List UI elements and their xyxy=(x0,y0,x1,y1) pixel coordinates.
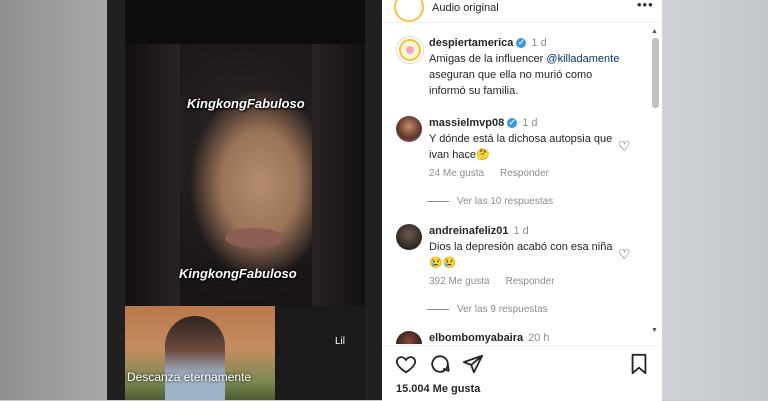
like-heart-icon[interactable]: ♡ xyxy=(618,246,631,263)
video-hair-right xyxy=(312,44,365,306)
comment-likes[interactable]: 392 Me gusta xyxy=(429,276,490,287)
comment-username[interactable]: elbombomyabaira xyxy=(429,332,523,344)
comment-time: 20 h xyxy=(528,332,550,344)
despierta-logo-icon xyxy=(399,39,421,61)
post-side-panel: Audio original ••• despiertamerica ✓ 1 d A… xyxy=(382,0,662,401)
media-top-bar xyxy=(125,0,365,44)
commenter-avatar[interactable] xyxy=(396,224,422,250)
caption-text: Amigas de la influencer @killadamente as… xyxy=(429,51,629,99)
post-media[interactable]: KingkongFabuloso KingkongFabuloso Descan… xyxy=(107,0,382,400)
likes-label: Me gusta xyxy=(432,383,481,395)
scrollbar-thumb[interactable] xyxy=(652,38,659,108)
caption-username-row: despiertamerica ✓ 1 d xyxy=(429,37,547,49)
comment-time: 1 d xyxy=(513,225,529,237)
mention-link[interactable]: @killadamente xyxy=(546,53,619,65)
comments-scrollbar[interactable]: ▲ ▼ xyxy=(648,24,662,344)
comment-item: elbombomyabaira 20 h xyxy=(382,331,648,344)
post-header: Audio original ••• xyxy=(382,0,662,23)
comment-text: Dios la depresión acabó con esa niña 😢😢 xyxy=(429,241,613,269)
like-heart-icon[interactable]: ♡ xyxy=(618,138,631,155)
share-icon[interactable] xyxy=(462,353,484,381)
comment-username-row: elbombomyabaira 20 h xyxy=(429,332,550,344)
inset-person xyxy=(165,316,225,400)
backdrop-right xyxy=(662,0,768,400)
comment-username[interactable]: andreinafeliz01 xyxy=(429,225,508,237)
comment-meta: 24 Me gusta Responder xyxy=(429,168,565,179)
inset-caption: Descanza eternamente xyxy=(127,370,252,384)
like-icon[interactable] xyxy=(395,353,417,381)
scroll-up-icon[interactable]: ▲ xyxy=(651,28,658,35)
comments-list: despiertamerica ✓ 1 d Amigas de la influen… xyxy=(382,24,648,344)
comment-username-row: massielmvp08 ✓ 1 d xyxy=(429,117,538,129)
commenter-avatar[interactable] xyxy=(396,116,422,142)
inset-thumbnail: Descanza eternamente xyxy=(125,306,275,400)
reply-button[interactable]: Responder xyxy=(500,168,549,179)
side-strip: Lil xyxy=(275,306,365,400)
view-replies-button[interactable]: Ver las 10 respuestas xyxy=(457,196,553,207)
caption-time: 1 d xyxy=(531,37,547,49)
comment-time: 1 d xyxy=(522,117,538,129)
audio-original-link[interactable]: Audio original xyxy=(432,2,499,14)
reply-button[interactable]: Responder xyxy=(506,276,555,287)
verified-icon: ✓ xyxy=(507,118,518,129)
account-avatar[interactable] xyxy=(394,0,424,22)
comment-username-row: andreinafeliz01 1 d xyxy=(429,225,529,237)
view-replies-button[interactable]: Ver las 9 respuestas xyxy=(457,304,548,315)
caption-username[interactable]: despiertamerica xyxy=(429,37,513,49)
comment-text: Y dónde está la dichosa autopsia que iva… xyxy=(429,133,613,161)
comment-meta: 392 Me gusta Responder xyxy=(429,276,571,287)
post-actions-bar: 15.004 Me gusta xyxy=(382,345,662,401)
video-lips xyxy=(225,228,283,248)
comment-likes[interactable]: 24 Me gusta xyxy=(429,168,484,179)
video-hair-left xyxy=(125,44,180,306)
likes-count: 15.004 xyxy=(396,383,430,395)
comment-icon[interactable] xyxy=(429,353,451,381)
post-caption: despiertamerica ✓ 1 d Amigas de la influen… xyxy=(382,36,648,106)
caption-avatar[interactable] xyxy=(396,36,424,64)
more-icon[interactable]: ••• xyxy=(637,0,654,12)
watermark-text-bottom: KingkongFabuloso xyxy=(179,266,297,281)
commenter-avatar[interactable] xyxy=(396,331,422,344)
save-bookmark-icon[interactable] xyxy=(629,353,649,381)
side-tag: Lil xyxy=(335,336,346,347)
post-likes[interactable]: 15.004 Me gusta xyxy=(396,383,480,395)
caption-text-part: Amigas de la influencer xyxy=(429,53,547,65)
caption-text-part: aseguran que ella no murió como informó … xyxy=(429,69,593,97)
comment-username[interactable]: massielmvp08 xyxy=(429,117,504,129)
backdrop-left xyxy=(0,0,107,400)
scroll-down-icon[interactable]: ▼ xyxy=(651,327,658,334)
verified-icon: ✓ xyxy=(516,38,527,49)
watermark-text-top: KingkongFabuloso xyxy=(187,96,305,111)
